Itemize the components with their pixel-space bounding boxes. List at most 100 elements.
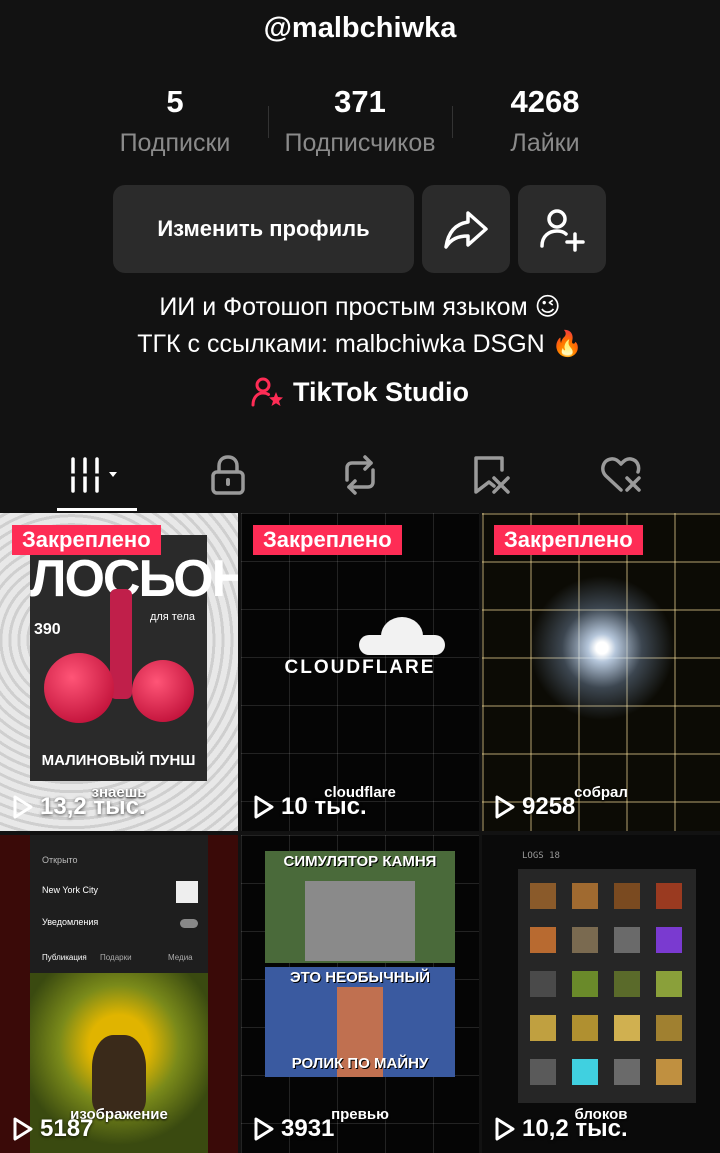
videos-grid-icon (69, 457, 117, 493)
cloud-icon (359, 615, 445, 655)
likes-count: 4268 (510, 84, 580, 119)
share-icon (444, 211, 488, 249)
video-thumbnail[interactable]: Открыто New York City Уведомления Публик… (0, 835, 238, 1153)
block-tile (656, 1015, 682, 1041)
thumbnail-title: СИМУЛЯТОР КАМНЯ (283, 853, 437, 870)
poster-bottom-text: МАЛИНОВЫЙ ПУНШ (41, 752, 196, 769)
block-tile (530, 1059, 556, 1085)
notifications-text: Уведомления (42, 917, 99, 927)
tab-private[interactable] (156, 440, 300, 510)
block-tile (656, 883, 682, 909)
likes-label: Лайки (510, 129, 580, 157)
username: @malbchiwka (263, 12, 457, 44)
view-count: 10 тыс. (253, 793, 367, 821)
studio-user-star-icon (251, 377, 283, 407)
cloudflare-logo-text: CLOUDFLARE (284, 657, 436, 678)
thumbnail-title: РОЛИК ПО МАЙНУ (291, 1055, 429, 1072)
block-tile (656, 1059, 682, 1085)
logs-label: LOGS 18 (522, 851, 560, 861)
stat-divider (452, 106, 453, 138)
add-user-icon (540, 209, 585, 252)
favorites-icon (474, 456, 510, 494)
repost-icon (345, 455, 375, 495)
tab-liked[interactable] (550, 440, 694, 510)
add-friend-button[interactable] (518, 185, 606, 273)
lock-icon (211, 455, 245, 495)
following-count: 5 (166, 84, 184, 119)
block-tile (656, 927, 682, 953)
bio-line: ИИ и Фотошоп простым языком 😉 (159, 293, 561, 321)
video-thumbnail[interactable]: LOGS 18 блоков 10,2 тыс. (482, 835, 720, 1153)
pinned-badge: Закреплено (494, 525, 643, 555)
share-profile-button[interactable] (422, 185, 510, 273)
pinned-badge: Закреплено (12, 525, 161, 555)
tab-videos[interactable] (25, 440, 169, 510)
video-thumbnail[interactable]: CLOUDFLARE Закреплено cloudflare 10 тыс. (241, 513, 479, 831)
toggle-switch (180, 919, 198, 928)
raspberry (44, 653, 114, 723)
tab-favorites[interactable] (420, 440, 564, 510)
poster-subtitle: для тела (149, 611, 195, 623)
edit-profile-button[interactable]: Изменить профиль (113, 185, 414, 273)
video-thumbnail[interactable]: СИМУЛЯТОР КАМНЯ ЭТО НЕОБЫЧНЫЙ РОЛИК ПО М… (241, 835, 479, 1153)
glass-burst-image (522, 573, 682, 723)
followers-label: Подписчиков (284, 129, 436, 157)
view-count: 10,2 тыс. (494, 1115, 628, 1143)
poster-price: 390 (34, 621, 61, 638)
block-tile (614, 1059, 640, 1085)
stat-divider (268, 106, 269, 138)
view-count-value: 5187 (40, 1115, 94, 1142)
view-count-value: 3931 (281, 1115, 335, 1142)
block-tile (572, 883, 598, 909)
profile-bio: ИИ и Фотошоп простым языком 😉 ТГК с ссыл… (0, 289, 720, 363)
tab-media-text: Медиа (168, 953, 193, 962)
view-count: 13,2 тыс. (12, 793, 146, 821)
profile-stats: 5 Подписки 371 Подписчиков 4268 Лайки (0, 84, 720, 164)
tiktok-studio-link[interactable]: TikTok Studio (0, 376, 720, 408)
video-grid: ЛОСЬОН для тела 390 МАЛИНОВЫЙ ПУНШ Закре… (0, 513, 720, 1153)
block-tile (572, 1059, 598, 1085)
video-thumbnail[interactable]: Закреплено собрал 9258 (482, 513, 720, 831)
stone-figure (305, 881, 415, 961)
block-tile (530, 883, 556, 909)
block-tile (572, 927, 598, 953)
following-label: Подписки (119, 129, 231, 157)
monkey-figure (92, 1035, 146, 1115)
liked-icon (601, 457, 641, 492)
tab-reposts[interactable] (288, 440, 432, 510)
play-icon (254, 1117, 274, 1141)
view-count-value: 10,2 тыс. (522, 1115, 628, 1142)
tab-publication-text: Публикация (42, 953, 87, 962)
followers-count: 371 (334, 84, 386, 119)
block-tile (614, 1015, 640, 1041)
block-tile (614, 971, 640, 997)
play-icon (13, 795, 33, 819)
active-tab-indicator (57, 508, 137, 511)
view-count: 9258 (494, 793, 575, 821)
play-icon (13, 1117, 33, 1141)
block-tile (530, 971, 556, 997)
block-tile (656, 971, 682, 997)
video-thumbnail[interactable]: ЛОСЬОН для тела 390 МАЛИНОВЫЙ ПУНШ Закре… (0, 513, 238, 831)
thumbnail-square (176, 881, 198, 903)
block-tile (614, 883, 640, 909)
status-open-text: Открыто (42, 855, 78, 865)
block-tile (530, 1015, 556, 1041)
thumbnail-title: ЭТО НЕОБЫЧНЫЙ (289, 969, 431, 986)
likes-stat[interactable]: 4268 Лайки (470, 84, 620, 158)
bio-line: ТГК с ссылками: malbchiwka DSGN 🔥 (137, 330, 583, 358)
block-tile (614, 927, 640, 953)
play-icon (495, 1117, 515, 1141)
play-icon (254, 795, 274, 819)
studio-label: TikTok Studio (292, 376, 469, 407)
pinned-badge: Закреплено (253, 525, 402, 555)
following-stat[interactable]: 5 Подписки (100, 84, 250, 158)
view-count-value: 9258 (522, 793, 576, 820)
followers-stat[interactable]: 371 Подписчиков (270, 84, 450, 158)
play-icon (495, 795, 515, 819)
view-count-value: 13,2 тыс. (40, 793, 146, 820)
city-text: New York City (42, 885, 99, 895)
view-count: 3931 (253, 1115, 334, 1143)
block-inventory (518, 869, 696, 1103)
tab-gifts-text: Подарки (100, 953, 132, 962)
